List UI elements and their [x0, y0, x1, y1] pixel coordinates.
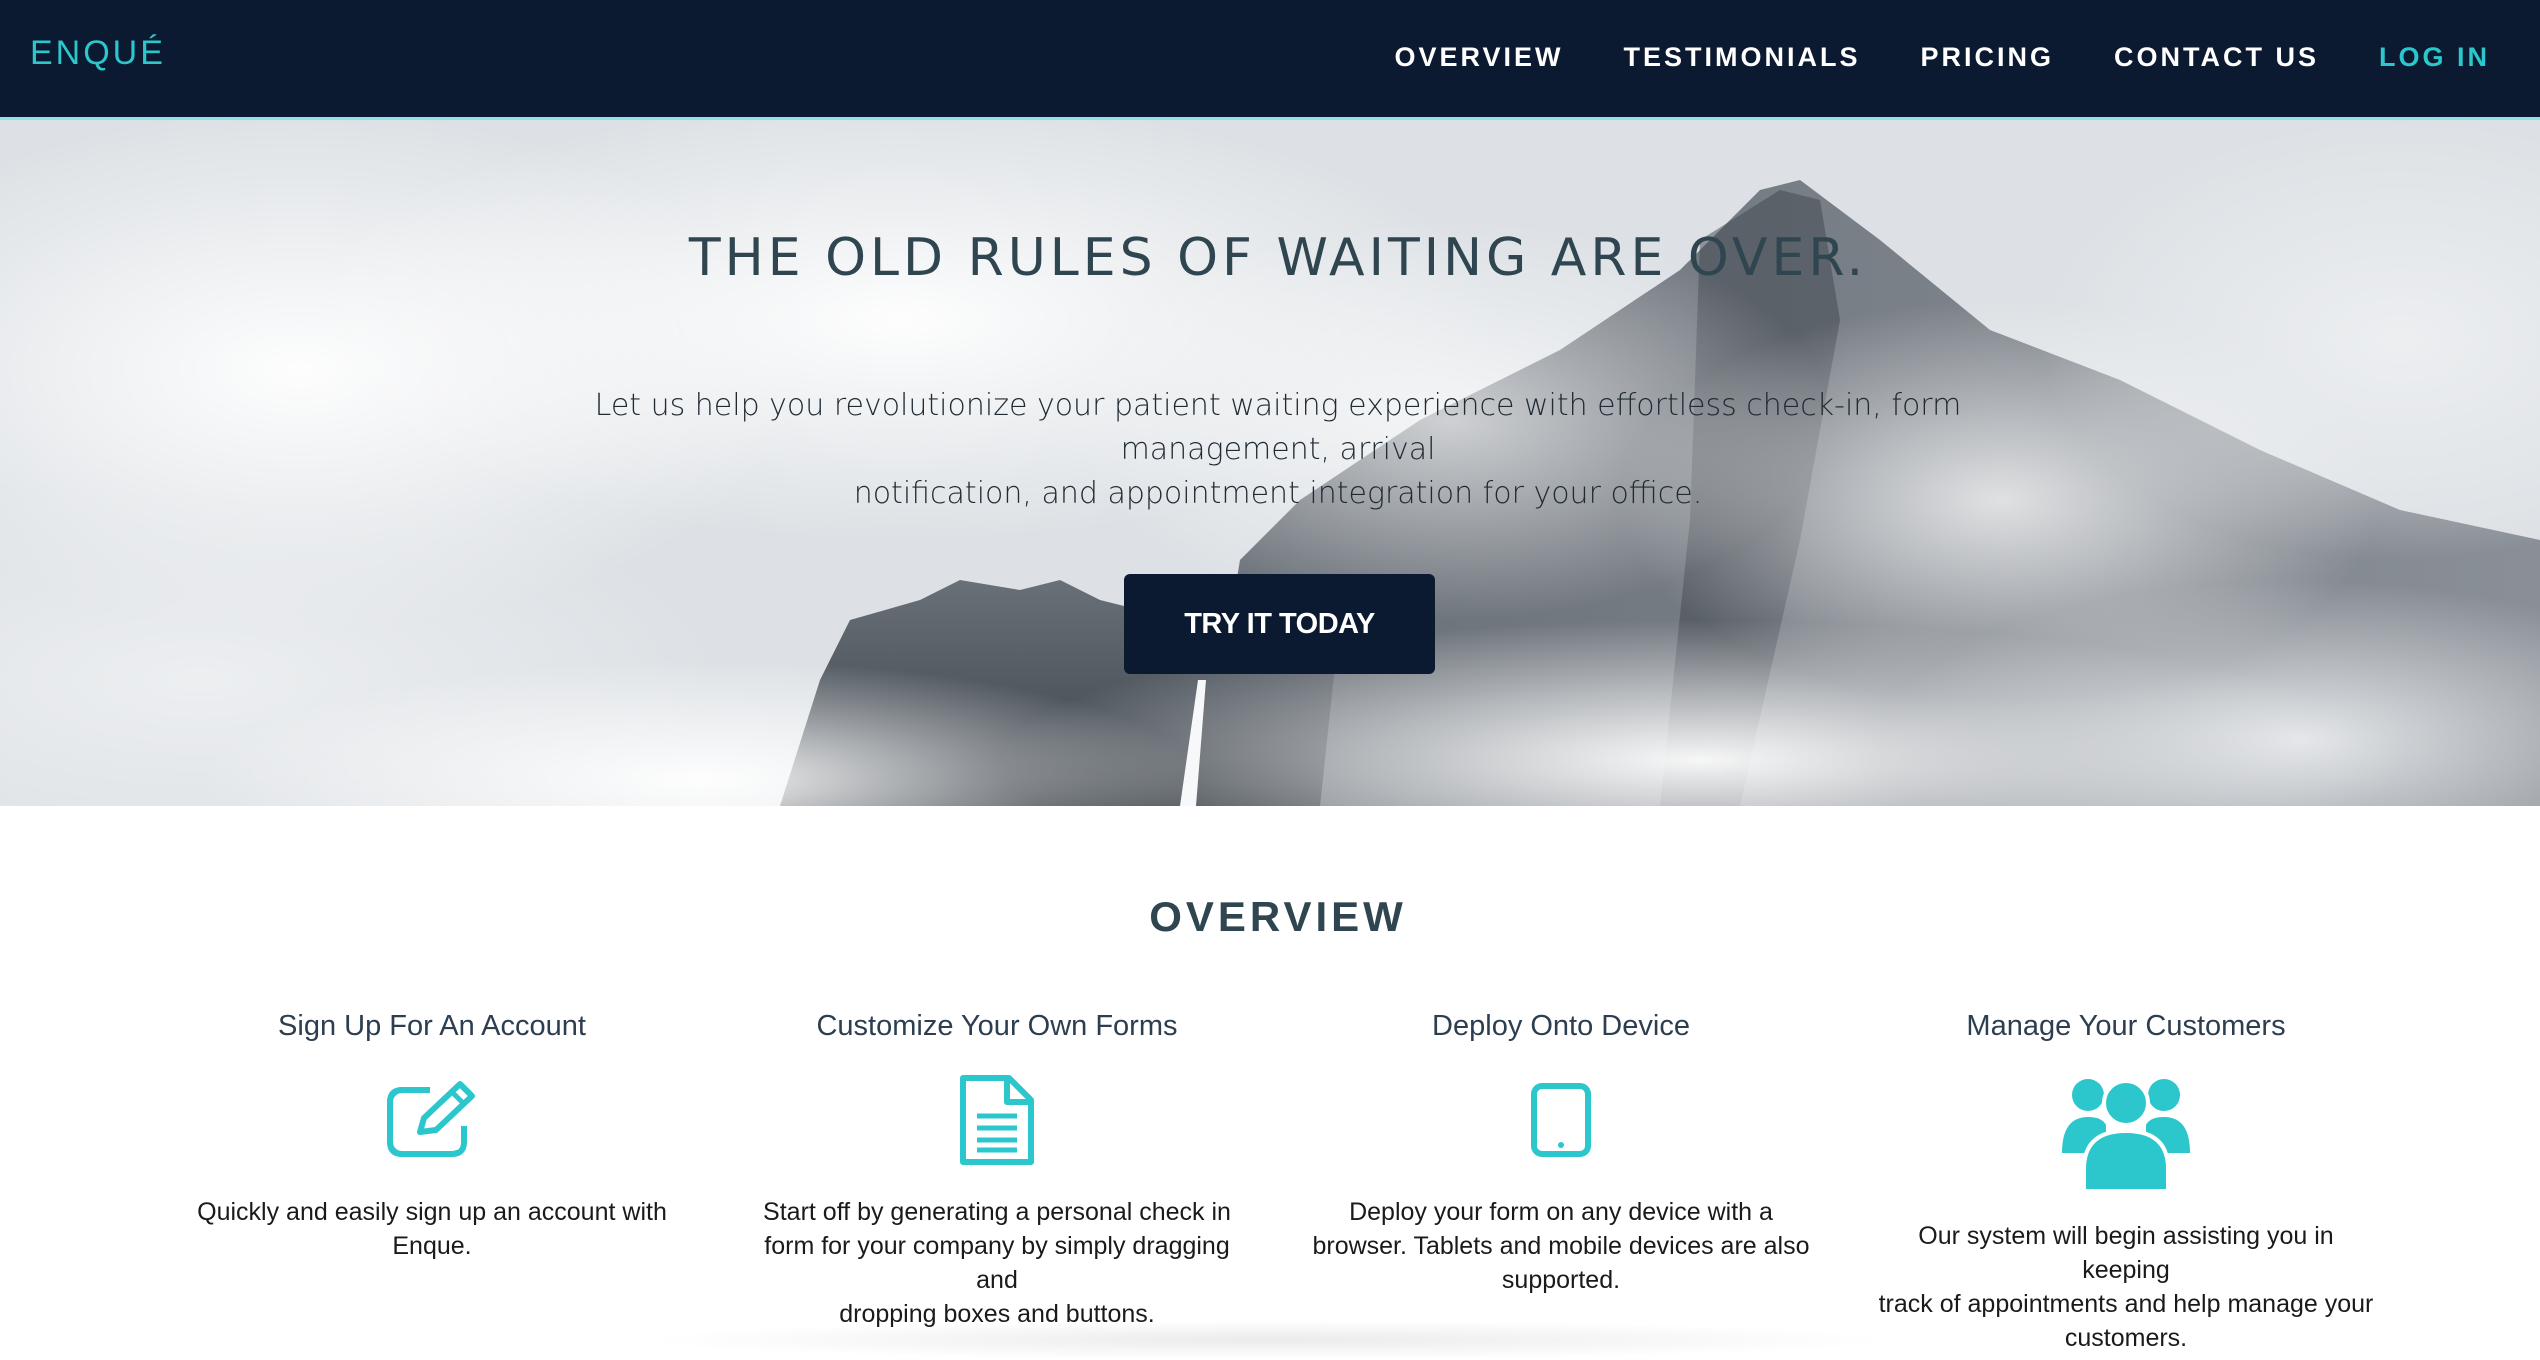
try-it-today-button[interactable]: TRY IT TODAY	[1124, 574, 1435, 674]
scroll-shadow	[640, 1320, 1900, 1360]
feature-text-line: Our system will begin assisting you in k…	[1918, 1222, 2334, 1284]
hero-section: THE OLD RULES OF WAITING ARE OVER. Let u…	[0, 120, 2540, 806]
overview-heading: OVERVIEW	[1149, 893, 1407, 940]
nav-menu: OVERVIEW TESTIMONIALS PRICING CONTACT US…	[1334, 42, 2490, 73]
feature-text-line: form for your company by simply dragging…	[764, 1232, 1230, 1294]
edit-icon	[182, 1065, 682, 1175]
feature-text-line: Start off by generating a personal check…	[763, 1198, 1231, 1226]
feature-text-line: Enque.	[392, 1232, 472, 1260]
feature-text-line: Quickly and easily sign up an account wi…	[197, 1198, 667, 1226]
feature-title: Manage Your Customers	[1966, 1010, 2286, 1042]
feature-deploy-device: Deploy Onto Device Deploy your form on a…	[1311, 1010, 1811, 1297]
top-navbar: ENQUÉ OVERVIEW TESTIMONIALS PRICING CONT…	[0, 0, 2540, 120]
nav-pricing[interactable]: PRICING	[1920, 42, 2054, 73]
feature-description: Start off by generating a personal check…	[747, 1195, 1247, 1331]
users-icon	[1876, 1065, 2376, 1199]
features-row: Sign Up For An Account Quickly and easil…	[0, 1010, 2540, 1352]
feature-text-line: browser. Tablets and mobile devices are …	[1312, 1232, 1810, 1260]
feature-title: Sign Up For An Account	[278, 1010, 586, 1042]
nav-overview[interactable]: OVERVIEW	[1394, 42, 1563, 73]
nav-testimonials[interactable]: TESTIMONIALS	[1623, 42, 1860, 73]
document-icon	[747, 1065, 1247, 1175]
feature-title: Customize Your Own Forms	[816, 1010, 1178, 1042]
feature-text-line: supported.	[1501, 1266, 1621, 1294]
hero-title: THE OLD RULES OF WAITING ARE OVER.	[688, 228, 1868, 288]
feature-text-line: customers.	[2064, 1324, 2188, 1352]
hero-subtitle-line-1: Let us help you revolutionize your patie…	[594, 388, 1962, 467]
feature-description: Quickly and easily sign up an account wi…	[182, 1195, 682, 1263]
feature-text-line: track of appointments and help manage yo…	[1878, 1290, 2374, 1318]
hero-subtitle: Let us help you revolutionize your patie…	[520, 384, 2036, 516]
feature-sign-up: Sign Up For An Account Quickly and easil…	[182, 1010, 682, 1263]
feature-manage-customers: Manage Your Customers Our system will be…	[1876, 1010, 2376, 1355]
nav-contact-us[interactable]: CONTACT US	[2114, 42, 2319, 73]
feature-description: Our system will begin assisting you in k…	[1876, 1219, 2376, 1355]
tablet-icon	[1311, 1065, 1811, 1175]
nav-login[interactable]: LOG IN	[2379, 42, 2490, 73]
hero-subtitle-line-2: notification, and appointment integratio…	[853, 476, 1703, 511]
feature-customize-forms: Customize Your Own Forms Start off by ge…	[747, 1010, 1247, 1331]
feature-description: Deploy your form on any device with a br…	[1311, 1195, 1811, 1297]
brand-logo[interactable]: ENQUÉ	[30, 34, 166, 73]
feature-title: Deploy Onto Device	[1432, 1010, 1690, 1042]
feature-text-line: Deploy your form on any device with a	[1349, 1198, 1773, 1226]
